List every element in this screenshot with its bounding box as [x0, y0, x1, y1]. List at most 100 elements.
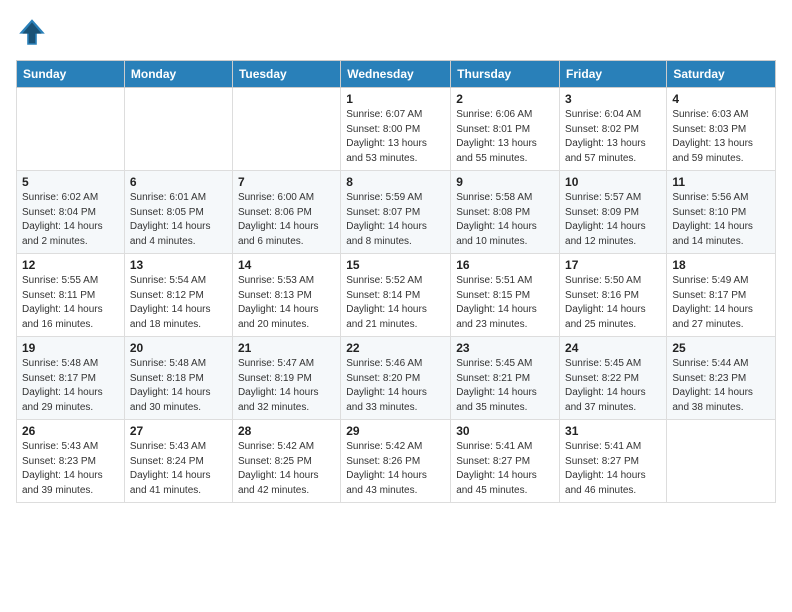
day-info: Sunrise: 5:51 AMSunset: 8:15 PMDaylight:…: [456, 274, 554, 332]
day-info: Sunrise: 5:48 AMSunset: 8:17 PMDaylight:…: [22, 357, 119, 415]
weekday-header-thursday: Thursday: [451, 61, 560, 88]
day-number: 4: [672, 92, 770, 106]
day-info: Sunrise: 5:45 AMSunset: 8:21 PMDaylight:…: [456, 357, 554, 415]
day-info: Sunrise: 5:47 AMSunset: 8:19 PMDaylight:…: [238, 357, 335, 415]
day-number: 16: [456, 258, 554, 272]
calendar-cell: 16 Sunrise: 5:51 AMSunset: 8:15 PMDayligh…: [451, 254, 560, 337]
weekday-header-friday: Friday: [560, 61, 667, 88]
day-info: Sunrise: 6:02 AMSunset: 8:04 PMDaylight:…: [22, 191, 119, 249]
weekday-header-tuesday: Tuesday: [232, 61, 340, 88]
day-info: Sunrise: 6:07 AMSunset: 8:00 PMDaylight:…: [346, 108, 445, 166]
calendar-cell: 21 Sunrise: 5:47 AMSunset: 8:19 PMDayligh…: [232, 337, 340, 420]
calendar-cell: 19Sunrise: 5:48 AMSunset: 8:17 PMDayligh…: [17, 337, 125, 420]
calendar-cell: 25Sunrise: 5:44 AMSunset: 8:23 PMDayligh…: [667, 337, 776, 420]
day-info: Sunrise: 5:50 AMSunset: 8:16 PMDaylight:…: [565, 274, 661, 332]
weekday-header-saturday: Saturday: [667, 61, 776, 88]
calendar-cell: 31 Sunrise: 5:41 AMSunset: 8:27 PMDayligh…: [560, 420, 667, 503]
day-info: Sunrise: 6:00 AMSunset: 8:06 PMDaylight:…: [238, 191, 335, 249]
weekday-header-sunday: Sunday: [17, 61, 125, 88]
calendar-cell: [17, 88, 125, 171]
day-number: 2: [456, 92, 554, 106]
calendar-cell: 14 Sunrise: 5:53 AMSunset: 8:13 PMDayligh…: [232, 254, 340, 337]
logo-icon: [16, 16, 48, 48]
calendar-cell: 6Sunrise: 6:01 AMSunset: 8:05 PMDaylight…: [124, 171, 232, 254]
day-number: 13: [130, 258, 227, 272]
weekday-header-monday: Monday: [124, 61, 232, 88]
calendar-cell: 24 Sunrise: 5:45 AMSunset: 8:22 PMDayligh…: [560, 337, 667, 420]
day-info: Sunrise: 5:52 AMSunset: 8:14 PMDaylight:…: [346, 274, 445, 332]
calendar-cell: 17 Sunrise: 5:50 AMSunset: 8:16 PMDayligh…: [560, 254, 667, 337]
day-number: 6: [130, 175, 227, 189]
day-info: Sunrise: 5:59 AMSunset: 8:07 PMDaylight:…: [346, 191, 445, 249]
calendar-cell: [667, 420, 776, 503]
calendar-cell: 2 Sunrise: 6:06 AMSunset: 8:01 PMDaylight…: [451, 88, 560, 171]
day-number: 3: [565, 92, 661, 106]
day-info: Sunrise: 5:55 AMSunset: 8:11 PMDaylight:…: [22, 274, 119, 332]
week-row-2: 5 Sunrise: 6:02 AMSunset: 8:04 PMDaylight…: [17, 171, 776, 254]
day-info: Sunrise: 5:45 AMSunset: 8:22 PMDaylight:…: [565, 357, 661, 415]
day-number: 18: [672, 258, 770, 272]
day-number: 23: [456, 341, 554, 355]
week-row-4: 19Sunrise: 5:48 AMSunset: 8:17 PMDayligh…: [17, 337, 776, 420]
calendar-cell: 20 Sunrise: 5:48 AMSunset: 8:18 PMDayligh…: [124, 337, 232, 420]
calendar-cell: 8 Sunrise: 5:59 AMSunset: 8:07 PMDaylight…: [341, 171, 451, 254]
day-number: 29: [346, 424, 445, 438]
day-number: 9: [456, 175, 554, 189]
calendar-cell: [124, 88, 232, 171]
calendar-cell: 4Sunrise: 6:03 AMSunset: 8:03 PMDaylight…: [667, 88, 776, 171]
day-number: 10: [565, 175, 661, 189]
logo: [16, 16, 52, 48]
day-info: Sunrise: 5:53 AMSunset: 8:13 PMDaylight:…: [238, 274, 335, 332]
day-info: Sunrise: 5:42 AMSunset: 8:26 PMDaylight:…: [346, 440, 445, 498]
calendar-cell: 27 Sunrise: 5:43 AMSunset: 8:24 PMDayligh…: [124, 420, 232, 503]
day-number: 1: [346, 92, 445, 106]
calendar-cell: [232, 88, 340, 171]
calendar-cell: 1 Sunrise: 6:07 AMSunset: 8:00 PMDaylight…: [341, 88, 451, 171]
day-info: Sunrise: 5:58 AMSunset: 8:08 PMDaylight:…: [456, 191, 554, 249]
calendar-cell: 15 Sunrise: 5:52 AMSunset: 8:14 PMDayligh…: [341, 254, 451, 337]
day-info: Sunrise: 5:49 AMSunset: 8:17 PMDaylight:…: [672, 274, 770, 332]
day-number: 11: [672, 175, 770, 189]
day-info: Sunrise: 5:46 AMSunset: 8:20 PMDaylight:…: [346, 357, 445, 415]
calendar-cell: 12 Sunrise: 5:55 AMSunset: 8:11 PMDayligh…: [17, 254, 125, 337]
calendar-cell: 29 Sunrise: 5:42 AMSunset: 8:26 PMDayligh…: [341, 420, 451, 503]
calendar-cell: 5 Sunrise: 6:02 AMSunset: 8:04 PMDaylight…: [17, 171, 125, 254]
day-info: Sunrise: 5:42 AMSunset: 8:25 PMDaylight:…: [238, 440, 335, 498]
day-number: 17: [565, 258, 661, 272]
calendar-cell: 13Sunrise: 5:54 AMSunset: 8:12 PMDayligh…: [124, 254, 232, 337]
day-number: 15: [346, 258, 445, 272]
day-info: Sunrise: 5:41 AMSunset: 8:27 PMDaylight:…: [565, 440, 661, 498]
calendar-cell: 22 Sunrise: 5:46 AMSunset: 8:20 PMDayligh…: [341, 337, 451, 420]
weekday-header-row: SundayMondayTuesdayWednesdayThursdayFrid…: [17, 61, 776, 88]
day-number: 30: [456, 424, 554, 438]
day-number: 26: [22, 424, 119, 438]
page-header: [16, 16, 776, 48]
week-row-1: 1 Sunrise: 6:07 AMSunset: 8:00 PMDaylight…: [17, 88, 776, 171]
day-info: Sunrise: 5:48 AMSunset: 8:18 PMDaylight:…: [130, 357, 227, 415]
day-number: 8: [346, 175, 445, 189]
week-row-5: 26Sunrise: 5:43 AMSunset: 8:23 PMDayligh…: [17, 420, 776, 503]
calendar-cell: 28 Sunrise: 5:42 AMSunset: 8:25 PMDayligh…: [232, 420, 340, 503]
day-number: 14: [238, 258, 335, 272]
day-number: 31: [565, 424, 661, 438]
calendar-cell: 3Sunrise: 6:04 AMSunset: 8:02 PMDaylight…: [560, 88, 667, 171]
day-number: 20: [130, 341, 227, 355]
day-info: Sunrise: 5:41 AMSunset: 8:27 PMDaylight:…: [456, 440, 554, 498]
calendar-cell: 26Sunrise: 5:43 AMSunset: 8:23 PMDayligh…: [17, 420, 125, 503]
day-number: 22: [346, 341, 445, 355]
calendar-cell: 11 Sunrise: 5:56 AMSunset: 8:10 PMDayligh…: [667, 171, 776, 254]
day-info: Sunrise: 5:57 AMSunset: 8:09 PMDaylight:…: [565, 191, 661, 249]
day-number: 12: [22, 258, 119, 272]
calendar-cell: 23 Sunrise: 5:45 AMSunset: 8:21 PMDayligh…: [451, 337, 560, 420]
day-number: 27: [130, 424, 227, 438]
day-number: 28: [238, 424, 335, 438]
calendar-cell: 10 Sunrise: 5:57 AMSunset: 8:09 PMDayligh…: [560, 171, 667, 254]
day-info: Sunrise: 5:56 AMSunset: 8:10 PMDaylight:…: [672, 191, 770, 249]
day-number: 7: [238, 175, 335, 189]
day-info: Sunrise: 5:43 AMSunset: 8:24 PMDaylight:…: [130, 440, 227, 498]
day-number: 21: [238, 341, 335, 355]
day-number: 5: [22, 175, 119, 189]
day-info: Sunrise: 6:06 AMSunset: 8:01 PMDaylight:…: [456, 108, 554, 166]
day-number: 24: [565, 341, 661, 355]
calendar-cell: 30 Sunrise: 5:41 AMSunset: 8:27 PMDayligh…: [451, 420, 560, 503]
